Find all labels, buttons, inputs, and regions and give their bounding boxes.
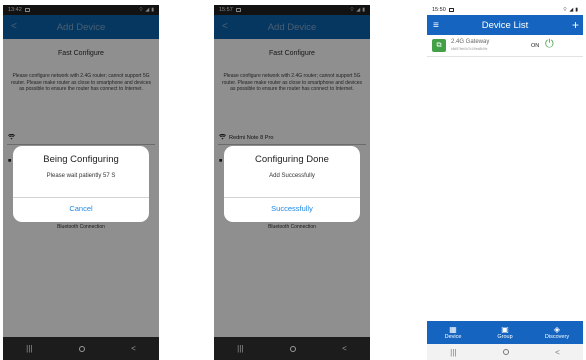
gallery-icon xyxy=(448,8,454,12)
successfully-button[interactable]: Successfully xyxy=(224,204,360,213)
home-icon[interactable] xyxy=(78,345,85,352)
recents-icon[interactable]: ||| xyxy=(450,348,456,357)
phone-screen-configuring: 13:42 ⌔ ◢ ▮ < Add Device Fast Configure … xyxy=(3,5,159,360)
tab-label: Device xyxy=(444,334,462,340)
back-icon[interactable]: < xyxy=(342,344,347,353)
device-list-item[interactable]: ⧉ 2.4G Gateway b8d97feb0b7b19fea8b0fe ON… xyxy=(427,35,583,57)
gateway-icon: ⧉ xyxy=(432,39,446,52)
configuring-dialog: Being Configuring Please wait patiently … xyxy=(13,146,149,222)
menu-icon[interactable]: ≡ xyxy=(433,20,439,31)
app-title: Device List xyxy=(481,19,529,31)
tab-discovery[interactable]: ◈ Discovery xyxy=(532,325,582,340)
status-time: 15:50 xyxy=(432,7,446,13)
back-icon[interactable]: < xyxy=(131,344,136,353)
add-device-icon[interactable]: + xyxy=(572,18,579,32)
grid-icon: ▦ xyxy=(449,325,457,334)
wifi-status-icon: ⌔ xyxy=(562,7,568,13)
device-name: 2.4G Gateway xyxy=(451,39,490,45)
bottom-tab-bar: ▦ Device ▣ Group ◈ Discovery xyxy=(427,321,583,344)
home-icon[interactable] xyxy=(289,345,296,352)
dialog-message: Please wait patiently 57 S xyxy=(46,173,116,179)
device-state: ON xyxy=(531,43,540,49)
cancel-button[interactable]: Cancel xyxy=(13,204,149,213)
tab-label: Discovery xyxy=(544,334,570,340)
phone-screen-configuring-done: 15:57 ⌔ ◢ ▮ < Add Device Fast Configure … xyxy=(214,5,370,360)
configuring-done-dialog: Configuring Done Add Successfully Succes… xyxy=(224,146,360,222)
back-icon[interactable]: < xyxy=(555,348,560,357)
recents-icon[interactable]: ||| xyxy=(26,344,32,353)
compass-icon: ◈ xyxy=(553,325,561,334)
recents-icon[interactable]: ||| xyxy=(237,344,243,353)
power-icon[interactable]: ⏻ xyxy=(545,38,554,51)
status-bar: 15:50 ⌔ ◢ ▮ xyxy=(427,5,583,15)
group-icon: ▣ xyxy=(501,325,509,334)
app-bar: ≡ Device List + xyxy=(427,15,583,35)
tab-device[interactable]: ▦ Device xyxy=(428,325,478,340)
status-icons: ⌔ ◢ ▮ xyxy=(563,7,578,13)
tab-label: Group xyxy=(497,334,513,340)
tab-group[interactable]: ▣ Group xyxy=(480,325,530,340)
battery-icon: ▮ xyxy=(575,7,578,13)
system-nav-bar: ||| < xyxy=(214,337,370,360)
dialog-divider xyxy=(224,197,360,198)
home-icon[interactable] xyxy=(502,349,509,355)
phone-screen-device-list: 15:50 ⌔ ◢ ▮ ≡ Device List + ⧉ 2.4G Gatew… xyxy=(427,5,583,360)
system-nav-bar: ||| < xyxy=(3,337,159,360)
dialog-title: Being Configuring xyxy=(43,154,119,165)
system-nav-bar: ||| < xyxy=(427,344,583,360)
dialog-message: Add Successfully xyxy=(269,173,315,179)
dialog-title: Configuring Done xyxy=(255,154,329,165)
device-id: b8d97feb0b7b19fea8b0fe xyxy=(451,47,488,51)
dialog-divider xyxy=(13,197,149,198)
signal-icon: ◢ xyxy=(569,7,574,13)
